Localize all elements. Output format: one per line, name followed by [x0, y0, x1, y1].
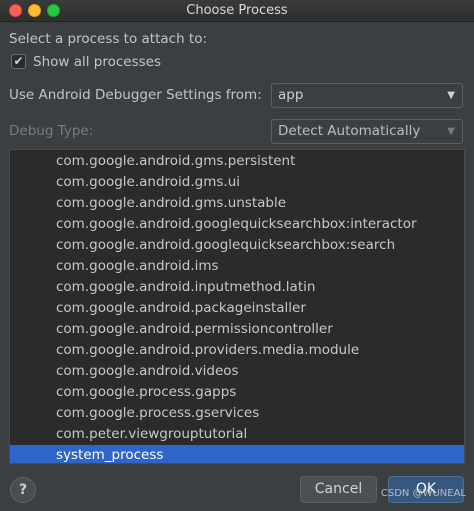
process-list-item[interactable]: com.google.android.googlequicksearchbox:…: [10, 214, 464, 235]
debugger-settings-dropdown[interactable]: app ▼: [271, 83, 463, 108]
dropdown-arrow-icon: ▼: [447, 126, 455, 137]
help-button[interactable]: ?: [10, 477, 36, 503]
title-bar: Choose Process: [0, 0, 474, 22]
process-list-item[interactable]: com.google.android.gms.persistent: [10, 151, 464, 172]
show-all-processes-checkbox[interactable]: ✔: [11, 54, 26, 69]
process-list-item[interactable]: com.google.android.googlequicksearchbox:…: [10, 235, 464, 256]
process-list-item[interactable]: com.google.android.ims: [10, 256, 464, 277]
debugger-settings-label: Use Android Debugger Settings from:: [9, 87, 262, 103]
debug-type-value: Detect Automatically: [278, 123, 421, 139]
watermark: CSDN @WUNEAL: [380, 488, 466, 499]
process-list-item[interactable]: com.google.android.packageinstaller: [10, 298, 464, 319]
process-list-item[interactable]: com.google.android.gms.ui: [10, 172, 464, 193]
process-list[interactable]: com.google.android.gms.persistent com.goo…: [9, 149, 465, 464]
debugger-settings-value: app: [278, 87, 304, 103]
debug-type-dropdown[interactable]: Detect Automatically ▼: [271, 119, 463, 144]
show-all-processes-label[interactable]: Show all processes: [33, 54, 161, 70]
cancel-button[interactable]: Cancel: [300, 476, 377, 503]
process-list-item[interactable]: com.google.android.inputmethod.latin: [10, 277, 464, 298]
process-list-item[interactable]: com.google.android.providers.media.modul…: [10, 340, 464, 361]
process-list-item[interactable]: com.google.process.gservices: [10, 403, 464, 424]
process-list-item[interactable]: system_process: [10, 445, 464, 463]
process-list-item[interactable]: com.google.android.videos: [10, 361, 464, 382]
window-title: Choose Process: [186, 3, 288, 18]
process-list-item[interactable]: com.google.android.gms.unstable: [10, 193, 464, 214]
process-list-item[interactable]: com.google.process.gapps: [10, 382, 464, 403]
process-list-item[interactable]: com.peter.viewgrouptutorial: [10, 424, 464, 445]
dropdown-arrow-icon: ▼: [447, 90, 455, 101]
process-list-item[interactable]: com.google.android.permissioncontroller: [10, 319, 464, 340]
debug-type-label: Debug Type:: [9, 123, 94, 139]
prompt-label: Select a process to attach to:: [9, 31, 208, 47]
